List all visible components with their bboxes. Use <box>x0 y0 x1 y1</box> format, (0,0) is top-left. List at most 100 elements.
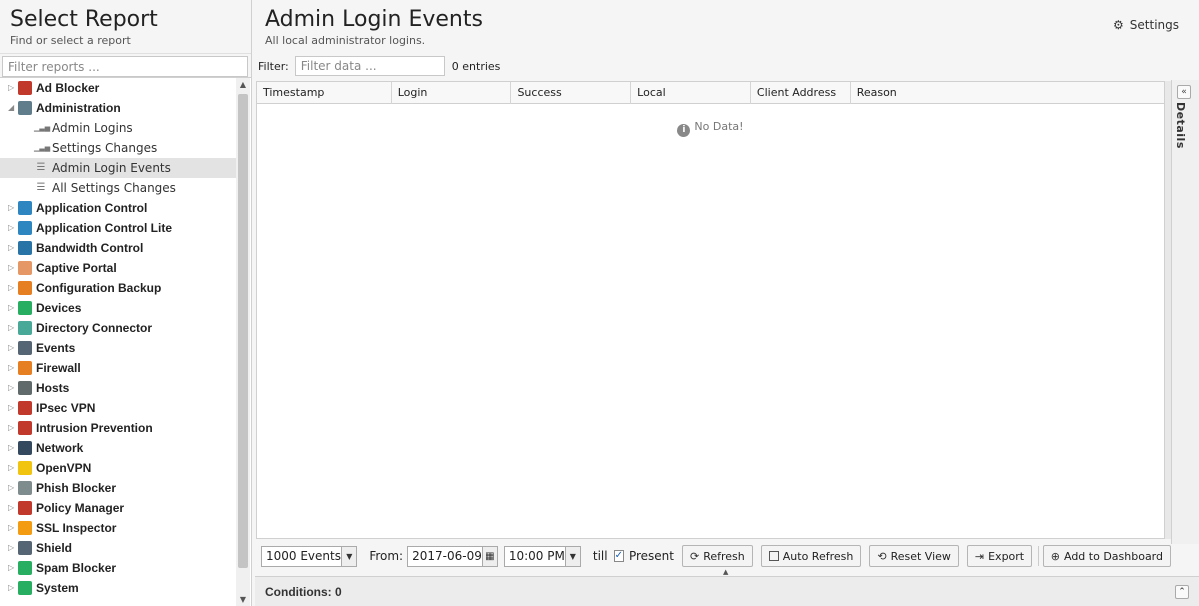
report-tree-scrollbar[interactable]: ▲ ▼ <box>236 78 250 606</box>
phish-blocker-icon <box>18 481 32 495</box>
collapsed-arrow-icon[interactable]: ▷ <box>8 318 18 338</box>
tree-category-shield[interactable]: ▷ Shield <box>0 538 236 558</box>
collapse-left-icon[interactable]: « <box>1177 85 1191 99</box>
collapsed-arrow-icon[interactable]: ▷ <box>8 378 18 398</box>
collapsed-arrow-icon[interactable]: ▷ <box>8 358 18 378</box>
tree-category-ipsec-vpn[interactable]: ▷ IPsec VPN <box>0 398 236 418</box>
scrollbar-thumb[interactable] <box>238 94 248 568</box>
report-filter-input[interactable] <box>2 56 248 77</box>
bandwidth-control-icon <box>18 241 32 255</box>
tree-category-label: SSL Inspector <box>36 521 117 535</box>
from-date-field[interactable]: 2017-06-09 ▦ <box>407 545 498 567</box>
export-button[interactable]: ⇥ Export <box>966 545 1033 567</box>
tree-category-ad-blocker[interactable]: ▷ Ad Blocker <box>0 78 236 98</box>
tree-category-openvpn[interactable]: ▷ OpenVPN <box>0 458 236 478</box>
collapsed-arrow-icon[interactable]: ▷ <box>8 258 18 278</box>
tree-category-directory-connector[interactable]: ▷ Directory Connector <box>0 318 236 338</box>
tree-category-hosts[interactable]: ▷ Hosts <box>0 378 236 398</box>
column-header-timestamp[interactable]: Timestamp <box>257 82 392 104</box>
collapsed-arrow-icon[interactable]: ▷ <box>8 578 18 598</box>
collapsed-arrow-icon[interactable]: ▷ <box>8 458 18 478</box>
tree-category-firewall[interactable]: ▷ Firewall <box>0 358 236 378</box>
tree-category-administration[interactable]: ◢ Administration <box>0 98 236 118</box>
calendar-icon[interactable]: ▦ <box>481 546 497 566</box>
collapsed-arrow-icon[interactable]: ▷ <box>8 198 18 218</box>
tree-category-events[interactable]: ▷ Events <box>0 338 236 358</box>
from-date-value: 2017-06-09 <box>412 549 482 563</box>
add-to-dashboard-button[interactable]: ⊕ Add to Dashboard <box>1042 545 1171 567</box>
conditions-bar[interactable]: Conditions: 0 ⌃ <box>255 576 1199 606</box>
expand-up-icon[interactable]: ⌃ <box>1175 585 1189 599</box>
collapsed-arrow-icon[interactable]: ▷ <box>8 518 18 538</box>
scroll-up-icon[interactable]: ▲ <box>236 80 250 89</box>
splitter-handle-icon[interactable]: ▲ <box>723 568 728 576</box>
tree-category-application-control[interactable]: ▷ Application Control <box>0 198 236 218</box>
tree-category-intrusion-prevention[interactable]: ▷ Intrusion Prevention <box>0 418 236 438</box>
tree-category-network[interactable]: ▷ Network <box>0 438 236 458</box>
data-filter-input[interactable] <box>294 56 445 76</box>
report-title: Admin Login Events <box>265 7 483 32</box>
collapsed-arrow-icon[interactable]: ▷ <box>8 78 18 98</box>
scroll-down-icon[interactable]: ▼ <box>236 595 250 604</box>
tree-report-all-settings-changes[interactable]: ☰ All Settings Changes <box>0 178 236 198</box>
directory-connector-icon <box>18 321 32 335</box>
report-header: Admin Login Events All local administrat… <box>255 0 1199 54</box>
tree-category-configuration-backup[interactable]: ▷ Configuration Backup <box>0 278 236 298</box>
settings-button[interactable]: ⚙ Settings <box>1113 18 1179 32</box>
present-label: Present <box>628 549 674 563</box>
tree-category-label: Application Control <box>36 201 148 215</box>
collapsed-arrow-icon[interactable]: ▷ <box>8 418 18 438</box>
events-limit-value: 1000 Events <box>266 549 341 563</box>
collapsed-arrow-icon[interactable]: ▷ <box>8 218 18 238</box>
collapsed-arrow-icon[interactable]: ▷ <box>8 238 18 258</box>
collapsed-arrow-icon[interactable]: ▷ <box>8 398 18 418</box>
tree-category-system[interactable]: ▷ System <box>0 578 236 598</box>
expanded-arrow-icon[interactable]: ◢ <box>8 98 18 118</box>
refresh-button[interactable]: ⟳ Refresh <box>682 545 753 567</box>
reset-view-button[interactable]: ⟲ Reset View <box>869 545 959 567</box>
tree-report-admin-logins[interactable]: ▁▃▅ Admin Logins <box>0 118 236 138</box>
report-selector-title: Select Report <box>10 7 158 32</box>
column-header-success[interactable]: Success <box>511 82 632 104</box>
from-time-select[interactable]: 10:00 PM ▼ <box>503 545 581 567</box>
export-icon: ⇥ <box>974 549 985 563</box>
column-header-login[interactable]: Login <box>392 82 512 104</box>
details-panel-toggle[interactable]: « Details <box>1171 80 1199 544</box>
collapsed-arrow-icon[interactable]: ▷ <box>8 438 18 458</box>
auto-refresh-button[interactable]: Auto Refresh <box>760 545 862 567</box>
ad-blocker-icon <box>18 81 32 95</box>
tree-category-label: Captive Portal <box>36 261 117 275</box>
events-limit-select[interactable]: 1000 Events ▼ <box>261 545 358 567</box>
tree-category-captive-portal[interactable]: ▷ Captive Portal <box>0 258 236 278</box>
collapsed-arrow-icon[interactable]: ▷ <box>8 498 18 518</box>
application-control-lite-icon <box>18 221 32 235</box>
collapsed-arrow-icon[interactable]: ▷ <box>8 338 18 358</box>
chevron-down-icon[interactable]: ▼ <box>341 546 357 566</box>
report-selector-subtitle: Find or select a report <box>10 34 131 47</box>
collapsed-arrow-icon[interactable]: ▷ <box>8 278 18 298</box>
tree-category-bandwidth-control[interactable]: ▷ Bandwidth Control <box>0 238 236 258</box>
chevron-down-icon[interactable]: ▼ <box>564 546 580 566</box>
collapsed-arrow-icon[interactable]: ▷ <box>8 478 18 498</box>
administration-icon <box>18 101 32 115</box>
column-header-client-address[interactable]: Client Address <box>751 82 851 104</box>
tree-report-admin-login-events[interactable]: ☰ Admin Login Events <box>0 158 236 178</box>
tree-category-phish-blocker[interactable]: ▷ Phish Blocker <box>0 478 236 498</box>
tree-category-spam-blocker[interactable]: ▷ Spam Blocker <box>0 558 236 578</box>
column-header-reason[interactable]: Reason <box>851 82 1164 104</box>
tree-category-application-control-lite[interactable]: ▷ Application Control Lite <box>0 218 236 238</box>
tree-category-label: Configuration Backup <box>36 281 162 295</box>
present-checkbox[interactable]: ✓ <box>613 550 624 562</box>
collapsed-arrow-icon[interactable]: ▷ <box>8 298 18 318</box>
tree-report-settings-changes[interactable]: ▁▃▅ Settings Changes <box>0 138 236 158</box>
tree-category-devices[interactable]: ▷ Devices <box>0 298 236 318</box>
hosts-icon <box>18 381 32 395</box>
bar-chart-icon: ▁▃▅ <box>34 124 51 132</box>
collapsed-arrow-icon[interactable]: ▷ <box>8 538 18 558</box>
data-filter-bar: Filter: 0 entries <box>255 54 1171 78</box>
tree-category-policy-manager[interactable]: ▷ Policy Manager <box>0 498 236 518</box>
tree-report-label: Admin Logins <box>52 121 133 135</box>
collapsed-arrow-icon[interactable]: ▷ <box>8 558 18 578</box>
column-header-local[interactable]: Local <box>631 82 751 104</box>
tree-category-ssl-inspector[interactable]: ▷ SSL Inspector <box>0 518 236 538</box>
